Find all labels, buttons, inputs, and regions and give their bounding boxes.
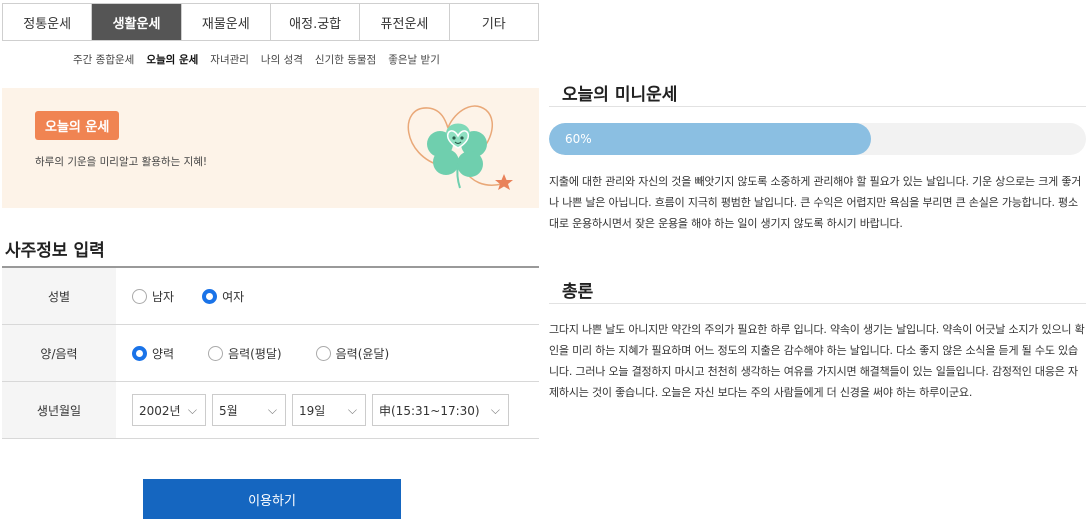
subnav-animal[interactable]: 신기한 동물점 — [315, 52, 376, 67]
radio-selected-icon[interactable] — [202, 288, 218, 304]
gender-male-radio[interactable]: 남자 — [132, 288, 174, 305]
year-select[interactable]: 2002년 ⌵ — [132, 394, 206, 426]
tab-jaemul[interactable]: 재물운세 — [182, 4, 271, 40]
day-value: 19일 — [299, 403, 326, 418]
mini-fortune-title-text: 오늘의 미니운세 — [562, 85, 678, 105]
radio-selected-icon[interactable] — [132, 345, 147, 361]
tab-jeongtong[interactable]: 정통운세 — [3, 4, 93, 40]
summary-title-text: 총론 — [562, 282, 594, 302]
progress-fill: 60% — [549, 123, 872, 155]
gender-female-radio[interactable]: 여자 — [202, 288, 244, 305]
calendar-label: 양/음력 — [2, 325, 116, 381]
mini-fortune-text: 지출에 대한 관리와 자신의 것을 빼앗기지 않도록 소중하게 관리해야 할 필… — [549, 175, 1082, 230]
fortune-progress-bar: 60% — [549, 123, 1086, 155]
chevron-down-icon: ⌵ — [187, 402, 197, 417]
lunar-leap-label: 음력(윤달) — [335, 346, 390, 361]
subnav-good-day[interactable]: 좋은날 받기 — [388, 52, 440, 67]
divider — [549, 106, 1086, 107]
year-value: 2002년 — [139, 403, 181, 418]
birth-label: 생년월일 — [2, 382, 116, 438]
lunar-normal-label: 음력(평달) — [228, 346, 282, 361]
radio-circle-icon[interactable] — [315, 345, 331, 361]
hour-select[interactable]: 申(15:31~17:30) ⌵ — [372, 394, 509, 426]
summary-text: 그다지 나쁜 날도 아니지만 약간의 주의가 필요한 하루 입니다. 약속이 생… — [549, 323, 1085, 399]
subnav-personality[interactable]: 나의 성격 — [261, 52, 303, 67]
chevron-down-icon: ⌵ — [347, 402, 357, 417]
gender-row: 성별 남자 여자 — [2, 268, 539, 325]
gender-male-label: 남자 — [152, 289, 175, 304]
gender-label: 성별 — [2, 268, 116, 324]
solar-label: 양력 — [152, 346, 175, 361]
submit-button[interactable]: 이용하기 — [143, 479, 401, 519]
divider — [549, 303, 1086, 304]
banner-badge: 오늘의 운세 — [35, 111, 120, 140]
chevron-down-icon: ⌵ — [490, 402, 500, 417]
banner-text: 하루의 기운을 미리알고 활용하는 지혜! — [35, 156, 208, 168]
radio-circle-icon[interactable] — [208, 345, 224, 361]
calendar-row: 양/음력 양력 음력(평달) 음력(윤달) — [2, 325, 539, 382]
mini-fortune-title: 오늘의 미니운세 — [549, 80, 691, 105]
saju-form: 성별 남자 여자 양/음력 양력 음력(평달) 음력(윤달) 생년월일 2002… — [2, 266, 539, 439]
subnav-weekly[interactable]: 주간 종합운세 — [73, 52, 134, 67]
form-title: 사주정보 입력 — [5, 241, 105, 261]
tab-fusion[interactable]: 퓨전운세 — [360, 4, 450, 40]
subnav-today[interactable]: 오늘의 운세 — [146, 52, 198, 67]
lunar-leap-radio[interactable]: 음력(윤달) — [315, 345, 390, 362]
subnav-children[interactable]: 자녀관리 — [210, 52, 249, 67]
birth-row: 생년월일 2002년 ⌵ 5월 ⌵ 19일 ⌵ 申(15:31~17:30) ⌵ — [2, 382, 539, 439]
day-select[interactable]: 19일 ⌵ — [292, 394, 366, 426]
lunar-normal-radio[interactable]: 음력(평달) — [208, 345, 282, 362]
tab-saenghwal[interactable]: 생활운세 — [92, 4, 182, 40]
radio-circle-icon[interactable] — [132, 288, 147, 304]
tab-etc[interactable]: 기타 — [450, 4, 538, 40]
progress-label: 60% — [565, 132, 592, 146]
sub-nav: 주간 종합운세 오늘의 운세 자녀관리 나의 성격 신기한 동물점 좋은날 받기 — [73, 52, 440, 67]
summary-title: 총론 — [549, 277, 607, 302]
tab-aejeong[interactable]: 애정.궁합 — [271, 4, 361, 40]
month-value: 5월 — [219, 403, 238, 418]
clover-icon — [407, 105, 513, 190]
fortune-banner: 오늘의 운세 하루의 기운을 미리알고 활용하는 지혜! — [2, 88, 539, 208]
month-select[interactable]: 5월 ⌵ — [212, 394, 286, 426]
chevron-down-icon: ⌵ — [267, 402, 277, 417]
gender-female-label: 여자 — [222, 289, 245, 304]
solar-radio[interactable]: 양력 — [132, 345, 174, 362]
main-tabs: 정통운세 생활운세 재물운세 애정.궁합 퓨전운세 기타 — [2, 3, 539, 41]
hour-value: 申(15:31~17:30) — [379, 403, 480, 418]
